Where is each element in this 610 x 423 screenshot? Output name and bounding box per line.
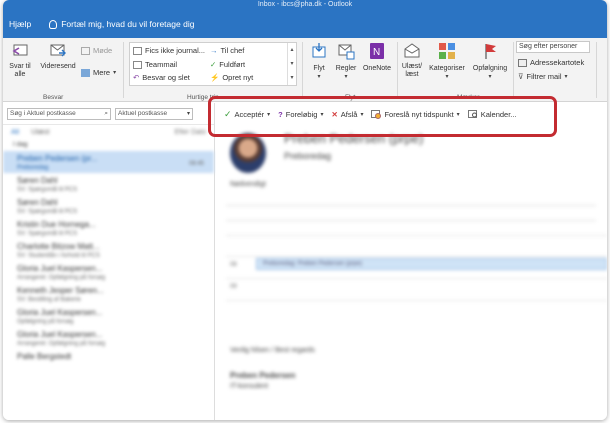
filter-all-tab[interactable]: Alt <box>11 129 19 136</box>
search-row: Søg i Aktuel postkasse ⌕ Aktuel postkass… <box>3 103 214 125</box>
move-folder-icon <box>312 43 326 58</box>
avatar <box>230 133 266 173</box>
timeline-hour-label: 09 <box>230 284 237 290</box>
search-people-input[interactable]: Søg efter personer <box>516 41 590 53</box>
meeting-properties-bar <box>226 205 596 221</box>
chevron-down-icon: ▾ <box>445 74 449 80</box>
forward-button[interactable]: Videresend <box>39 42 77 71</box>
tab-help[interactable]: Hjælp <box>9 19 31 29</box>
chevron-down-icon: ▾ <box>186 111 190 117</box>
more-icon <box>81 68 90 77</box>
signature-title: IT-konsulent <box>230 383 269 390</box>
timeline-hour-line <box>226 256 607 257</box>
quick-step-item[interactable]: ✓ Fuldført <box>210 60 245 69</box>
more-button[interactable]: Mere ▾ <box>81 68 116 77</box>
timeline-view: 08 09 Preboredag: Preben Pedersen (prpe) <box>226 235 607 317</box>
chevron-down-icon: ▾ <box>344 74 348 80</box>
forward-mail-icon <box>50 44 66 57</box>
group-header-today: I dag <box>13 141 28 148</box>
meeting-button[interactable]: Møde <box>81 46 112 55</box>
categorize-icon <box>439 43 455 59</box>
window-title: Inbox - ibcs@pha.dk - Outlook <box>3 0 607 10</box>
sort-dropdown[interactable]: Efter Dato <box>174 129 206 136</box>
tell-me-search[interactable]: Fortæl mig, hvad du vil foretage dig <box>49 19 194 29</box>
chevron-down-icon: ▾ <box>564 74 568 80</box>
onenote-button[interactable]: N OneNote <box>359 42 395 73</box>
address-book-button[interactable]: Adressekartotek <box>518 58 584 67</box>
outlook-window: Inbox - ibcs@pha.dk - Outlook Hjælp Fort… <box>3 0 607 420</box>
filter-unread-tab[interactable]: Ulæst <box>31 129 49 136</box>
tell-me-label: Fortæl mig, hvad du vil foretage dig <box>61 19 195 29</box>
filter-mail-button[interactable]: ⊽ Filtrer mail ▾ <box>518 72 568 81</box>
timeline-event[interactable]: Preboredag: Preben Pedersen (prpe) <box>256 258 607 270</box>
quick-step-item[interactable]: ⚡ Opret nyt <box>210 73 253 82</box>
divider <box>397 42 398 98</box>
calendar-icon <box>81 46 90 55</box>
rules-button[interactable]: Regler ▾ <box>333 42 359 81</box>
reading-pane: ✓ Acceptér ▾ ? Foreløbig ▾ ✕ Afslå ▾ For… <box>216 103 607 420</box>
mail-icon <box>133 60 142 69</box>
reply-icon: ↶ <box>133 73 140 82</box>
address-book-icon <box>518 58 527 67</box>
search-scope-dropdown[interactable]: Aktuel postkasse ▾ <box>115 107 193 120</box>
list-item[interactable]: Gloria Juel Kaspersen... Arrangeret: Opf… <box>3 327 214 349</box>
greeting-text: Venlig hilsen / Best regards <box>230 347 315 354</box>
filter-icon: ⊽ <box>518 72 524 81</box>
divider <box>123 42 124 98</box>
reply-all-button[interactable]: Svar til alle <box>7 42 33 79</box>
search-icon: ⌕ <box>104 109 108 117</box>
list-item[interactable]: Preben Pedersen (pr... Preboredag 08:45 <box>3 151 214 173</box>
rules-icon <box>338 44 355 60</box>
divider <box>302 42 303 98</box>
highlight-callout <box>208 96 557 137</box>
required-label: Nødvendigt <box>230 181 266 188</box>
mail-filter-bar: Alt Ulæst Efter Dato <box>3 125 214 139</box>
list-item[interactable]: Charlotte Bitzow Matt... SV: Studentlån … <box>3 239 214 261</box>
reply-all-icon <box>12 44 28 56</box>
move-button[interactable]: Flyt ▾ <box>307 42 331 81</box>
quick-step-item[interactable]: Teammail <box>133 60 177 69</box>
envelope-open-icon <box>404 43 420 58</box>
search-mailbox-input[interactable]: Søg i Aktuel postkasse ⌕ <box>7 107 111 120</box>
onenote-icon: N <box>370 43 384 59</box>
chevron-down-icon: ▾ <box>317 74 321 80</box>
message-subject: Preboredag <box>284 151 332 161</box>
checkmark-icon: ✓ <box>210 60 217 69</box>
ribbon-tab-row: Hjælp Fortæl mig, hvad du vil foretage d… <box>3 10 607 38</box>
chevron-down-icon: ▾ <box>113 70 117 76</box>
list-item[interactable]: Søren Dahl SV: Spørgsmål til PCS <box>3 195 214 217</box>
flag-icon <box>485 44 496 59</box>
message-preview-blurred: Preben Pedersen (prpe) Preboredag Nødven… <box>216 125 607 420</box>
divider <box>596 42 597 98</box>
gallery-scroll[interactable]: ▴ ▾ ▾ <box>287 43 296 85</box>
timeline-hour-label: 08 <box>230 262 237 268</box>
unread-read-button[interactable]: Ulæst/ læst <box>399 42 425 79</box>
list-item[interactable]: Kristin Due Hornega... SV: Spørgsmål til… <box>3 217 214 239</box>
mail-list-pane: Søg i Aktuel postkasse ⌕ Aktuel postkass… <box>3 103 215 420</box>
timeline-hour-line <box>226 300 607 301</box>
document-icon <box>133 46 142 55</box>
lightbulb-icon <box>49 19 58 29</box>
mail-list-blurred: Alt Ulæst Efter Dato I dag Preben Peders… <box>3 125 214 371</box>
quick-step-item[interactable]: → Til chef <box>210 46 244 55</box>
list-item[interactable]: Gloria Juel Kaspersen... Opfølgning på f… <box>3 305 214 327</box>
categorize-button[interactable]: Kategoriser ▾ <box>427 42 467 81</box>
lightning-icon: ⚡ <box>210 73 220 82</box>
group-label-respond: Besvar <box>43 94 64 101</box>
signature-name: Preben Pedersen <box>230 371 296 380</box>
list-item[interactable]: Gloria Juel Kaspersen... Arrangeret: Opf… <box>3 261 214 283</box>
quick-step-item[interactable]: ↶ Besvar og slet <box>133 73 190 82</box>
divider <box>513 42 514 98</box>
chevron-down-icon: ▾ <box>488 74 492 80</box>
quick-steps-gallery: Fics ikke journal... → Til chef Teammail… <box>129 42 297 86</box>
timeline-hour-line <box>226 278 607 279</box>
svg-text:N: N <box>373 47 380 58</box>
follow-up-button[interactable]: Opfølgning ▾ <box>469 42 511 81</box>
list-item[interactable]: Søren Dahl SV: Spørgsmål til PCS <box>3 173 214 195</box>
list-item[interactable]: Palle Bergstedt <box>3 349 214 371</box>
arrow-right-icon: → <box>210 46 218 55</box>
ribbon: Svar til alle Videresend Møde Mere ▾ Bes… <box>3 38 607 102</box>
quick-step-item[interactable]: Fics ikke journal... <box>133 46 205 55</box>
list-item[interactable]: Kenneth Jesper Søren... SV: Bestilling a… <box>3 283 214 305</box>
